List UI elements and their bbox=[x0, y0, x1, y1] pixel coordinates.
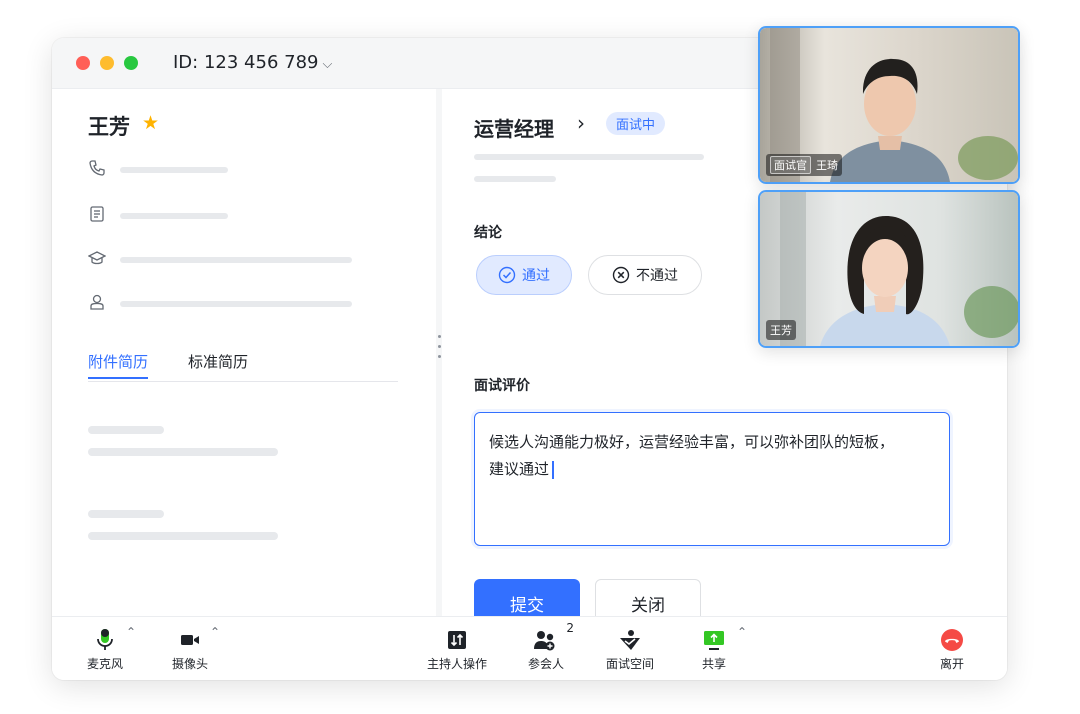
fail-button[interactable]: 不通过 bbox=[588, 255, 702, 295]
hang-up-icon bbox=[941, 629, 963, 651]
host-actions-label: 主持人操作 bbox=[426, 657, 487, 671]
evaluation-label: 面试评价 bbox=[474, 378, 530, 394]
conclusion-label: 结论 bbox=[474, 225, 502, 241]
share-screen-icon bbox=[704, 631, 724, 650]
camera-label: 摄像头 bbox=[171, 657, 208, 671]
interview-space-icon bbox=[620, 630, 640, 650]
interview-space-button[interactable]: 面试空间 bbox=[597, 627, 663, 672]
microphone-icon bbox=[97, 629, 113, 650]
pass-button[interactable]: 通过 bbox=[476, 255, 572, 295]
interview-space-label: 面试空间 bbox=[605, 657, 654, 671]
user-icon bbox=[90, 294, 104, 310]
meeting-id-text: ID: 123 456 789 bbox=[173, 52, 319, 73]
meeting-id-dropdown[interactable]: ID: 123 456 789 ⌵ bbox=[173, 52, 332, 73]
participants-button[interactable]: 2 参会人 bbox=[518, 621, 574, 672]
text-cursor bbox=[552, 460, 555, 479]
evaluation-text-line: 建议通过 bbox=[489, 460, 550, 478]
mic-label: 麦克风 bbox=[86, 657, 123, 671]
pass-label: 通过 bbox=[522, 268, 550, 284]
share-label: 共享 bbox=[701, 657, 726, 671]
resume-placeholder-line bbox=[88, 510, 164, 518]
participants-count: 2 bbox=[566, 621, 574, 635]
person-placeholder bbox=[120, 301, 352, 307]
candidate-name: 王芳 bbox=[88, 115, 130, 139]
candidate-tag: 王芳 bbox=[766, 320, 796, 340]
position-placeholder-line bbox=[474, 176, 556, 182]
resume-placeholder-line bbox=[88, 532, 278, 540]
position-title: 运营经理 bbox=[474, 117, 554, 141]
candidate-video-name: 王芳 bbox=[770, 324, 792, 337]
host-controls-icon bbox=[448, 631, 466, 649]
fail-label: 不通过 bbox=[636, 268, 678, 284]
close-window-button[interactable] bbox=[76, 56, 90, 70]
document-icon bbox=[90, 206, 104, 222]
host-actions-button[interactable]: 主持人操作 bbox=[422, 627, 492, 672]
resume-tabs: 附件简历 标准简历 bbox=[88, 351, 398, 382]
graduation-cap-icon bbox=[88, 251, 106, 265]
participants-icon bbox=[534, 631, 555, 651]
video-camera-icon bbox=[181, 635, 199, 645]
minimize-window-button[interactable] bbox=[100, 56, 114, 70]
education-placeholder bbox=[120, 257, 352, 263]
leave-button[interactable]: 离开 bbox=[932, 627, 972, 672]
camera-options-caret-icon[interactable]: ⌃ bbox=[210, 625, 220, 639]
x-circle-icon bbox=[612, 266, 630, 284]
document-placeholder bbox=[120, 213, 228, 219]
candidate-panel: 王芳 ★ 附件简历 标准简历 bbox=[52, 89, 436, 616]
video-tile-interviewer[interactable]: 面试官 王琦 bbox=[758, 26, 1020, 184]
meeting-toolbar: 麦克风 ⌃ 摄像头 ⌃ 主持人操作 2 参会人 面试空间 共享 ⌃ 离开 bbox=[52, 616, 1007, 680]
status-badge: 面试中 bbox=[606, 112, 666, 135]
resize-handle[interactable] bbox=[438, 335, 441, 367]
tab-attachment-resume[interactable]: 附件简历 bbox=[88, 351, 149, 379]
candidate-video-feed bbox=[760, 192, 1018, 346]
evaluation-text-line: 候选人沟通能力极好，运营经验丰富，可以弥补团队的短板， bbox=[489, 433, 895, 451]
star-icon[interactable]: ★ bbox=[142, 112, 159, 134]
position-placeholder-line bbox=[474, 154, 704, 160]
phone-placeholder bbox=[120, 167, 228, 173]
video-tile-candidate[interactable]: 王芳 bbox=[758, 190, 1020, 348]
evaluation-textarea[interactable]: 候选人沟通能力极好，运营经验丰富，可以弥补团队的短板， 建议通过 bbox=[474, 412, 950, 546]
resume-placeholder-line bbox=[88, 426, 164, 434]
interviewer-role-badge: 面试官 bbox=[770, 156, 811, 174]
share-options-caret-icon[interactable]: ⌃ bbox=[737, 625, 747, 639]
tab-standard-resume[interactable]: 标准简历 bbox=[188, 351, 248, 372]
check-circle-icon bbox=[498, 266, 516, 284]
interviewer-name: 王琦 bbox=[816, 159, 838, 172]
mic-button[interactable]: 麦克风 bbox=[80, 627, 130, 672]
chevron-right-icon[interactable]: › bbox=[577, 111, 585, 135]
phone-icon bbox=[89, 160, 105, 176]
share-button[interactable]: 共享 bbox=[694, 627, 734, 672]
participants-label: 参会人 bbox=[527, 657, 564, 671]
chevron-down-icon: ⌵ bbox=[322, 57, 333, 72]
interviewer-tag: 面试官 王琦 bbox=[766, 154, 842, 176]
resume-placeholder-line bbox=[88, 448, 278, 456]
leave-label: 离开 bbox=[939, 657, 964, 671]
maximize-window-button[interactable] bbox=[124, 56, 138, 70]
mic-options-caret-icon[interactable]: ⌃ bbox=[126, 625, 136, 639]
